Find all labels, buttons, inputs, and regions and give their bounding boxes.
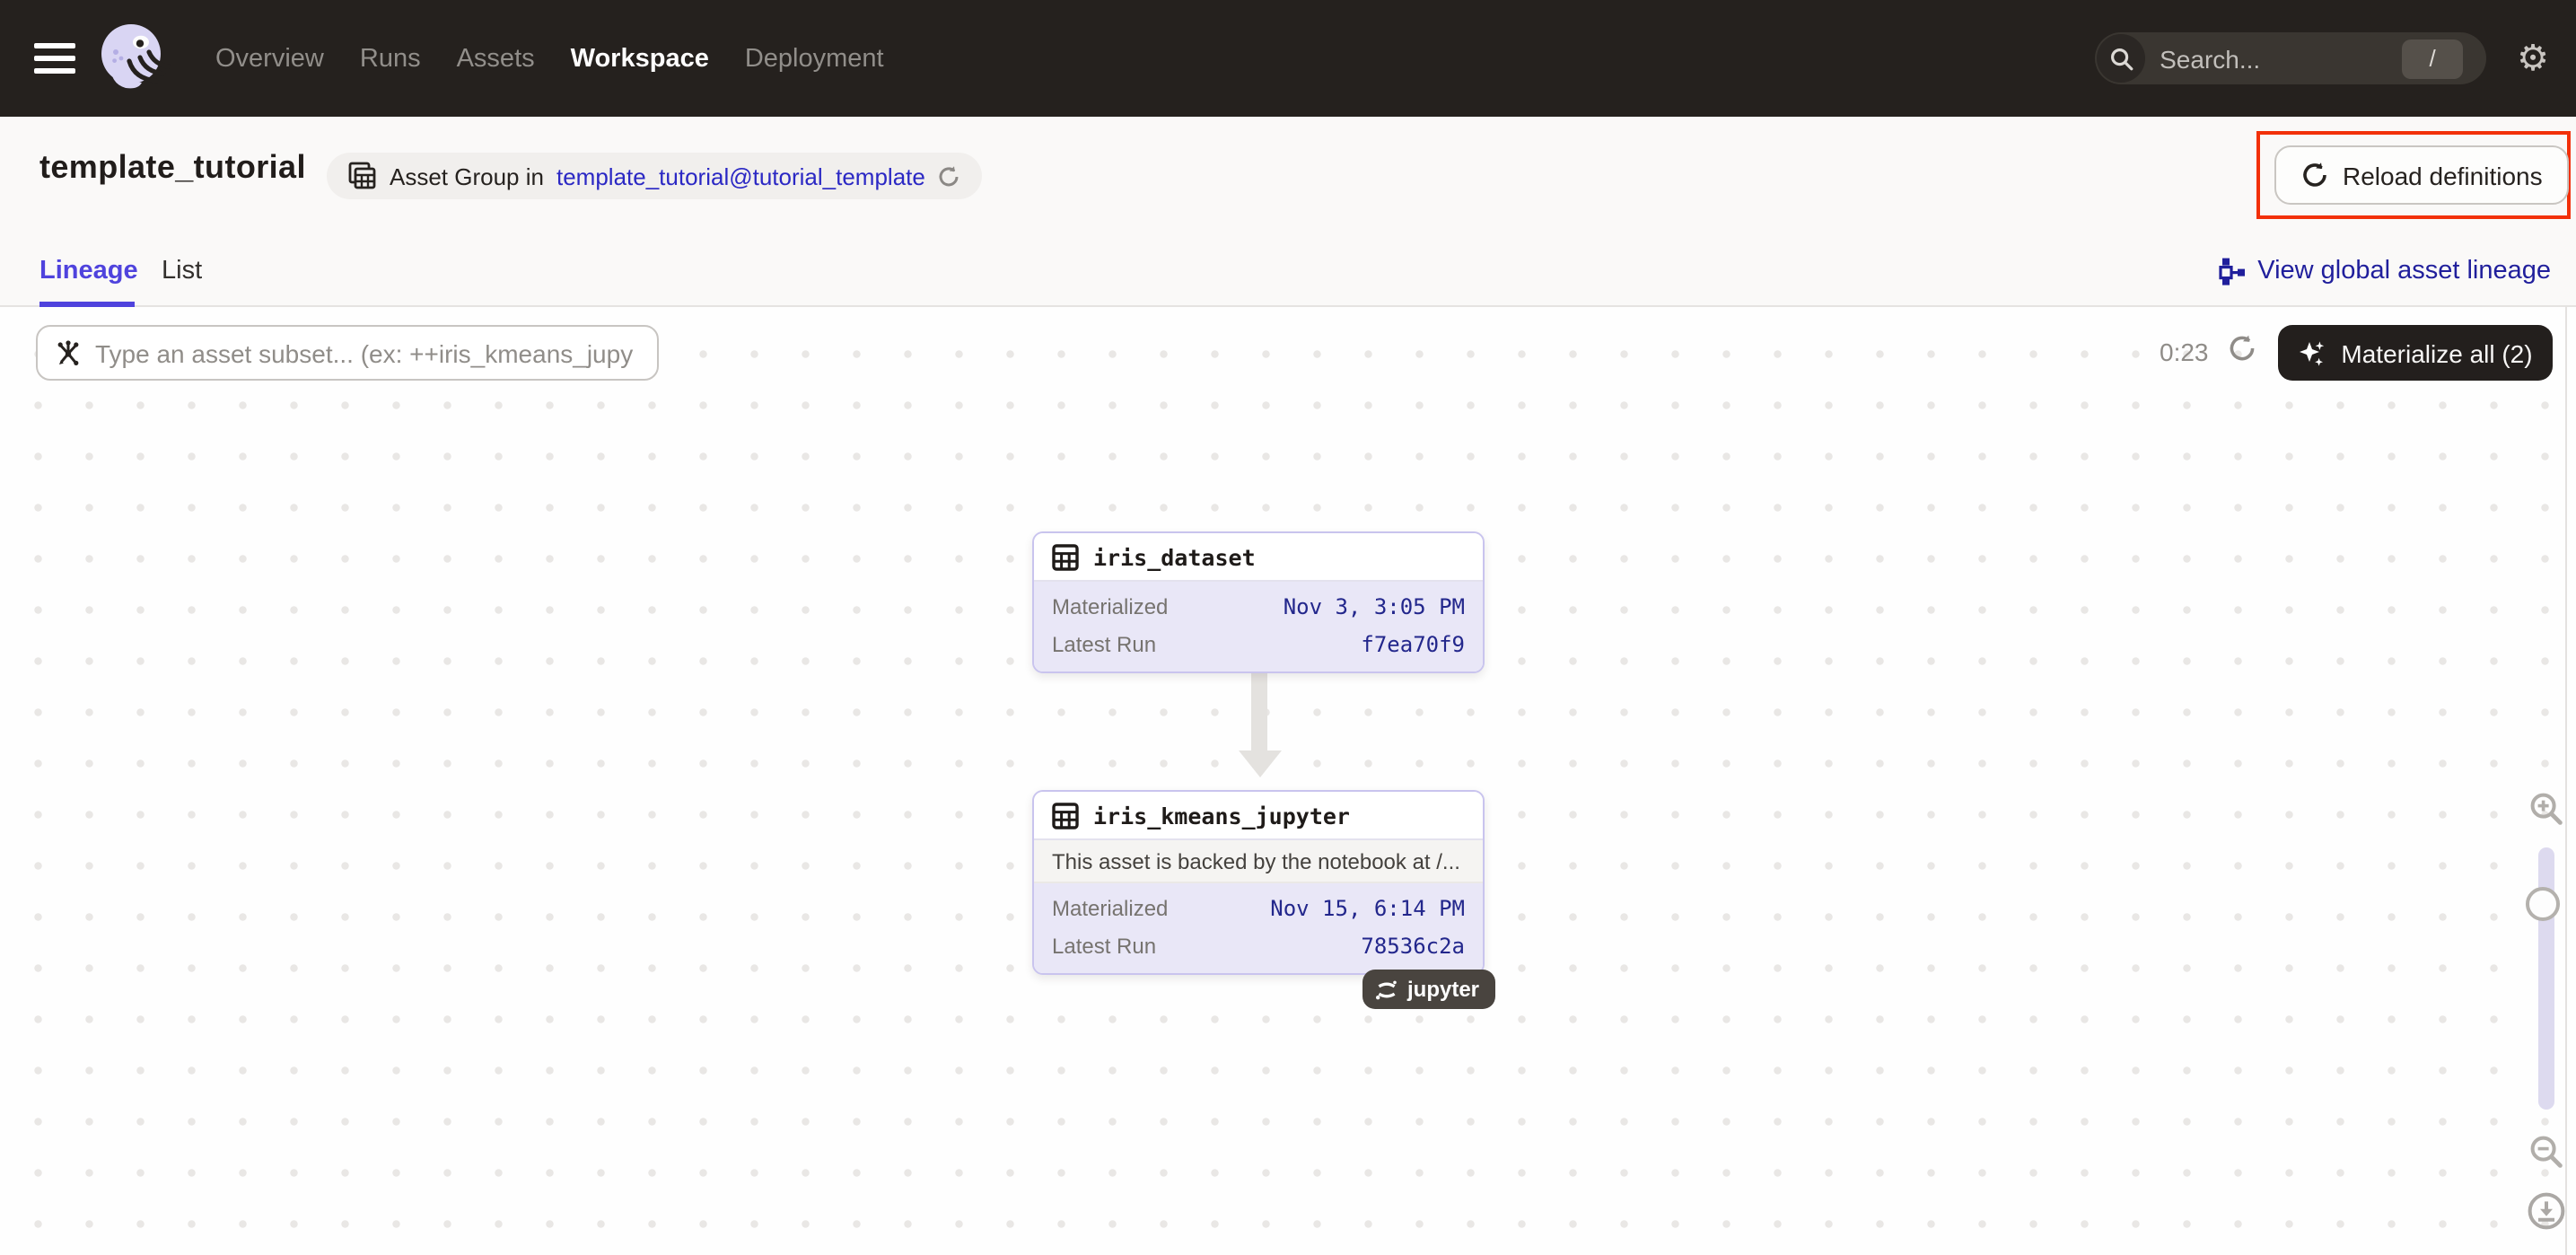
zoom-controls xyxy=(2522,792,2569,1239)
asset-graph-filter-icon xyxy=(54,338,83,367)
page-title: template_tutorial xyxy=(39,149,306,187)
asset-node-iris-kmeans-jupyter[interactable]: iris_kmeans_jupyter This asset is backed… xyxy=(1032,790,1485,975)
materialized-label: Materialized xyxy=(1052,593,1168,619)
badge-reload-icon[interactable] xyxy=(938,164,961,188)
lineage-canvas[interactable]: 0:23 Materialize all (2) xyxy=(0,307,2576,1255)
asset-node-body: Materialized Nov 15, 6:14 PM Latest Run … xyxy=(1034,883,1483,973)
view-global-asset-lineage-label: View global asset lineage xyxy=(2257,257,2551,285)
lineage-graph-icon xyxy=(2218,257,2245,285)
primary-nav-links: Overview Runs Assets Workspace Deploymen… xyxy=(215,44,884,73)
reload-icon xyxy=(2301,162,2328,189)
asset-node-iris-dataset[interactable]: iris_dataset Materialized Nov 3, 3:05 PM… xyxy=(1032,531,1485,673)
materialized-row: Materialized Nov 3, 3:05 PM xyxy=(1034,587,1483,625)
nav-item-deployment[interactable]: Deployment xyxy=(745,44,884,73)
asset-node-body: Materialized Nov 3, 3:05 PM Latest Run f… xyxy=(1034,582,1483,671)
latest-run-id[interactable]: f7ea70f9 xyxy=(1361,631,1465,656)
dagster-workspace-page: Overview Runs Assets Workspace Deploymen… xyxy=(0,0,2576,1255)
table-asset-icon xyxy=(1052,543,1079,570)
nav-right-cluster: / ⚙ xyxy=(2095,32,2549,84)
download-icon[interactable] xyxy=(2527,1192,2564,1230)
asset-subset-input[interactable] xyxy=(95,338,641,367)
materialize-all-button[interactable]: Materialize all (2) xyxy=(2278,325,2553,381)
zoom-slider-handle[interactable] xyxy=(2526,887,2560,921)
zoom-out-icon[interactable] xyxy=(2528,1135,2563,1169)
reload-definitions-label: Reload definitions xyxy=(2343,161,2543,189)
asset-subset-filter[interactable] xyxy=(36,325,659,381)
settings-gear-icon[interactable]: ⚙ xyxy=(2517,40,2549,76)
download-graph-wrap xyxy=(2527,1192,2564,1239)
sparkle-icon xyxy=(2298,338,2326,367)
materialized-row: Materialized Nov 15, 6:14 PM xyxy=(1034,889,1483,926)
latest-run-id[interactable]: 78536c2a xyxy=(1361,933,1465,958)
lineage-edge-arrow xyxy=(1251,666,1267,750)
hamburger-menu-icon[interactable] xyxy=(34,36,75,81)
materialized-label: Materialized xyxy=(1052,895,1168,920)
latest-run-label: Latest Run xyxy=(1052,631,1156,656)
asset-group-location-link[interactable]: template_tutorial@tutorial_template xyxy=(556,162,925,189)
reload-definitions-button[interactable]: Reload definitions xyxy=(2274,145,2570,205)
search-shortcut-badge: / xyxy=(2402,39,2463,78)
nav-item-runs[interactable]: Runs xyxy=(360,44,421,73)
global-search-box[interactable]: / xyxy=(2095,32,2486,84)
dagster-logo[interactable] xyxy=(93,17,176,100)
latest-run-row: Latest Run f7ea70f9 xyxy=(1034,625,1483,663)
kind-tag-jupyter[interactable]: jupyter xyxy=(1362,970,1495,1009)
asset-description: This asset is backed by the notebook at … xyxy=(1034,840,1483,883)
search-icon xyxy=(2097,34,2145,83)
refresh-graph-icon[interactable] xyxy=(2228,334,2256,363)
zoom-slider[interactable] xyxy=(2537,847,2554,1110)
refresh-countdown-timer: 0:23 xyxy=(2160,338,2209,366)
asset-name: iris_kmeans_jupyter xyxy=(1093,802,1350,829)
nav-item-overview[interactable]: Overview xyxy=(215,44,324,73)
jupyter-icon xyxy=(1375,978,1398,1001)
view-global-asset-lineage-link[interactable]: View global asset lineage xyxy=(2218,257,2551,285)
tab-lineage[interactable]: Lineage xyxy=(39,257,138,285)
table-asset-icon xyxy=(1052,802,1079,829)
tab-list[interactable]: List xyxy=(162,257,202,285)
kind-tag-label: jupyter xyxy=(1407,977,1479,1002)
asset-node-header: iris_dataset xyxy=(1034,533,1483,582)
page-header: template_tutorial Asset Group in templat… xyxy=(0,117,2576,242)
nav-item-assets[interactable]: Assets xyxy=(457,44,535,73)
asset-name: iris_dataset xyxy=(1093,543,1256,570)
tab-lineage-label: Lineage xyxy=(39,257,138,285)
asset-node-header: iris_kmeans_jupyter xyxy=(1034,792,1483,840)
materialized-timestamp[interactable]: Nov 15, 6:14 PM xyxy=(1270,895,1465,920)
asset-group-badge: Asset Group in template_tutorial@tutoria… xyxy=(327,153,983,199)
materialized-timestamp[interactable]: Nov 3, 3:05 PM xyxy=(1284,593,1465,619)
materialize-all-label: Materialize all (2) xyxy=(2341,338,2532,367)
nav-item-workspace[interactable]: Workspace xyxy=(571,44,709,73)
latest-run-row: Latest Run 78536c2a xyxy=(1034,926,1483,964)
latest-run-label: Latest Run xyxy=(1052,933,1156,958)
top-nav-bar: Overview Runs Assets Workspace Deploymen… xyxy=(0,0,2576,117)
asset-group-badge-text: Asset Group in xyxy=(390,162,544,189)
zoom-in-icon[interactable] xyxy=(2528,792,2563,826)
asset-group-grid-icon xyxy=(348,162,377,190)
view-tabs-row: Lineage List View global asset lineage xyxy=(0,242,2576,307)
